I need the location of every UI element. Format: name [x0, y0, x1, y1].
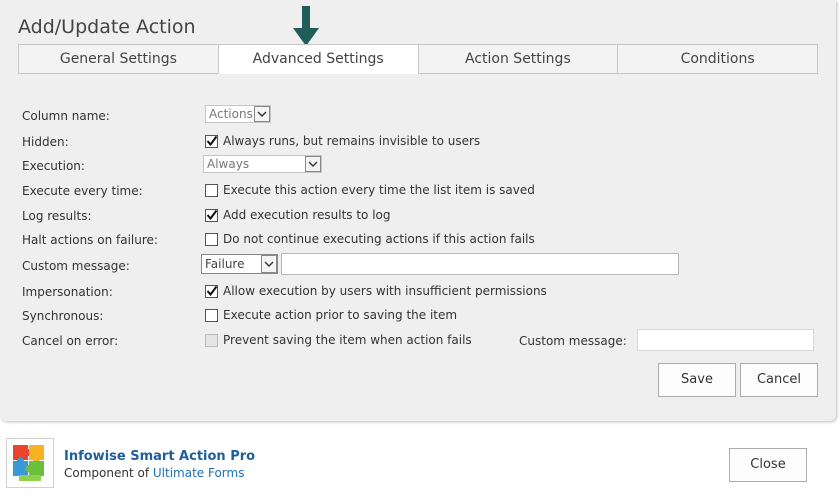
execution-label: Execution: — [22, 159, 85, 173]
puzzle-icon — [13, 445, 44, 481]
close-button[interactable]: Close — [729, 448, 807, 482]
row-cancel-on-error: Cancel on error: Prevent saving the item… — [22, 329, 822, 352]
row-execute-every-time: Execute every time: Execute this action … — [22, 180, 822, 202]
synchronous-option: Execute action prior to saving the item — [205, 308, 457, 322]
tab-bar: General Settings Advanced Settings Actio… — [18, 44, 818, 74]
ultimate-forms-link[interactable]: Ultimate Forms — [153, 466, 245, 480]
cancel-button[interactable]: Cancel — [740, 363, 818, 397]
halt-on-failure-checkbox[interactable] — [205, 232, 218, 246]
row-halt-on-failure: Halt actions on failure: Do not continue… — [22, 229, 822, 251]
synchronous-label: Synchronous: — [22, 309, 104, 323]
chevron-down-icon — [254, 106, 270, 122]
cancel-on-error-text: Prevent saving the item when action fail… — [223, 333, 472, 347]
execution-select[interactable]: Always — [203, 155, 322, 173]
hidden-checkbox[interactable] — [205, 134, 218, 148]
hidden-text: Always runs, but remains invisible to us… — [223, 134, 481, 148]
row-execution: Execution: Always — [22, 155, 822, 177]
tab-conditions[interactable]: Conditions — [617, 44, 818, 74]
log-results-text: Add execution results to log — [223, 208, 391, 222]
halt-on-failure-option: Do not continue executing actions if thi… — [205, 232, 535, 246]
product-logo — [6, 438, 54, 488]
execute-every-time-text: Execute this action every time the list … — [223, 183, 535, 197]
row-synchronous: Synchronous: Execute action prior to sav… — [22, 305, 822, 327]
hidden-option: Always runs, but remains invisible to us… — [205, 134, 480, 148]
dialog-panel: Add/Update Action General Settings Advan… — [0, 0, 836, 421]
save-button[interactable]: Save — [658, 363, 736, 397]
cancel-on-error-checkbox[interactable] — [205, 333, 218, 347]
cancel-on-error-option: Prevent saving the item when action fail… — [205, 333, 472, 347]
synchronous-text: Execute action prior to saving the item — [223, 308, 458, 322]
impersonation-checkbox[interactable] — [205, 284, 218, 298]
dialog-title: Add/Update Action — [18, 16, 196, 38]
log-results-option: Add execution results to log — [205, 208, 391, 222]
hidden-label: Hidden: — [22, 135, 69, 149]
execute-every-time-option: Execute this action every time the list … — [205, 183, 535, 197]
execution-value: Always — [207, 157, 250, 171]
log-results-label: Log results: — [22, 209, 92, 223]
custom-message-select-value: Failure — [205, 257, 245, 271]
custom-message-label: Custom message: — [22, 259, 130, 273]
tab-advanced-settings[interactable]: Advanced Settings — [217, 44, 418, 74]
custom-message-select[interactable]: Failure — [201, 254, 278, 274]
column-name-select[interactable]: Actions — [205, 105, 271, 123]
column-name-label: Column name: — [22, 109, 110, 123]
column-name-value: Actions — [209, 107, 253, 121]
execute-every-time-label: Execute every time: — [22, 184, 143, 198]
chevron-down-icon — [261, 255, 277, 273]
product-component-line: Component of Ultimate Forms — [64, 466, 244, 480]
cancel-on-error-message-label: Custom message: — [519, 334, 627, 348]
cancel-on-error-message-input[interactable] — [637, 329, 814, 351]
row-log-results: Log results: Add execution results to lo… — [22, 205, 822, 227]
halt-on-failure-label: Halt actions on failure: — [22, 233, 158, 247]
product-name: Infowise Smart Action Pro — [64, 449, 256, 464]
component-prefix: Component of — [64, 466, 153, 480]
execute-every-time-checkbox[interactable] — [205, 183, 218, 197]
synchronous-checkbox[interactable] — [205, 308, 218, 322]
row-column-name: Column name: Actions — [22, 105, 822, 127]
log-results-checkbox[interactable] — [205, 208, 218, 222]
row-impersonation: Impersonation: Allow execution by users … — [22, 281, 822, 303]
tab-general-settings[interactable]: General Settings — [18, 44, 218, 74]
custom-message-input[interactable] — [281, 253, 679, 275]
cancel-on-error-label: Cancel on error: — [22, 334, 119, 348]
arrow-down-icon — [293, 6, 319, 46]
tab-action-settings[interactable]: Action Settings — [417, 44, 618, 74]
impersonation-option: Allow execution by users with insufficie… — [205, 284, 547, 298]
halt-on-failure-text: Do not continue executing actions if thi… — [223, 232, 535, 246]
row-hidden: Hidden: Always runs, but remains invisib… — [22, 131, 822, 153]
row-custom-message: Custom message: Failure — [22, 253, 822, 275]
impersonation-label: Impersonation: — [22, 285, 113, 299]
impersonation-text: Allow execution by users with insufficie… — [223, 284, 547, 298]
chevron-down-icon — [305, 156, 321, 172]
